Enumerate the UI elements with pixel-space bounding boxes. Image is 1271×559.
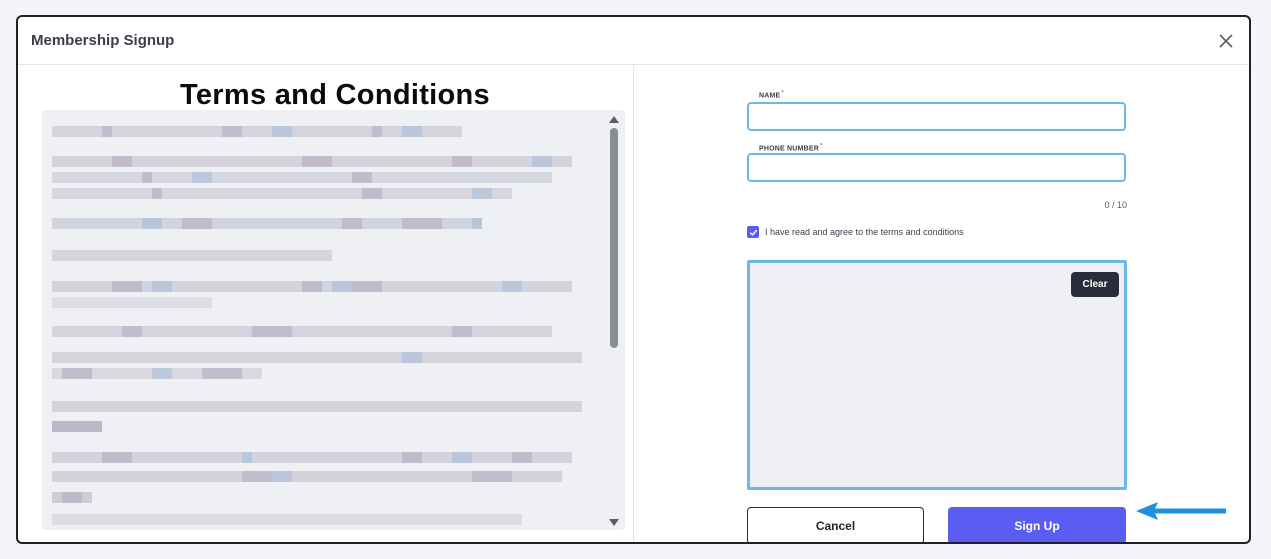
- close-icon: [1219, 33, 1233, 48]
- name-label-text: NAME: [759, 92, 781, 100]
- terms-agreement-row: I have read and agree to the terms and c…: [747, 226, 964, 238]
- terms-title: Terms and Conditions: [180, 79, 490, 111]
- agree-checkbox[interactable]: [747, 226, 759, 238]
- clear-signature-button[interactable]: Clear: [1071, 272, 1119, 297]
- terms-body-blurred: [52, 126, 592, 529]
- scrollbar-thumb[interactable]: [610, 128, 618, 348]
- required-mark: *: [781, 90, 784, 96]
- blurred-terms-text: [52, 126, 582, 525]
- membership-signup-dialog: Membership Signup Terms and Conditions N…: [16, 15, 1251, 544]
- required-mark: *: [819, 143, 823, 149]
- agree-label: I have read and agree to the terms and c…: [765, 227, 964, 237]
- signature-pad[interactable]: Clear: [747, 260, 1127, 490]
- signup-form-pane: NAME* PHONE NUMBER* 0 / 10 I have read a…: [635, 65, 1249, 542]
- terms-scrollbar[interactable]: [607, 110, 621, 530]
- close-button[interactable]: [1215, 30, 1237, 52]
- terms-scroll-area[interactable]: [42, 110, 625, 530]
- phone-label: PHONE NUMBER*: [759, 143, 822, 152]
- terms-pane: Terms and Conditions: [18, 65, 634, 542]
- phone-number-input[interactable]: [747, 153, 1126, 182]
- arrow-left-icon: [1136, 502, 1226, 520]
- scroll-down-arrow-icon[interactable]: [609, 519, 619, 526]
- dialog-title: Membership Signup: [31, 32, 175, 49]
- name-label: NAME*: [759, 90, 784, 99]
- check-icon: [749, 229, 757, 236]
- dialog-header: Membership Signup: [18, 17, 1249, 65]
- scroll-up-arrow-icon[interactable]: [609, 116, 619, 123]
- phone-label-text: PHONE NUMBER: [759, 145, 819, 153]
- cancel-button[interactable]: Cancel: [747, 507, 924, 542]
- phone-character-counter: 0 / 10: [1104, 200, 1127, 210]
- name-input[interactable]: [747, 102, 1126, 131]
- sign-up-button[interactable]: Sign Up: [948, 507, 1126, 542]
